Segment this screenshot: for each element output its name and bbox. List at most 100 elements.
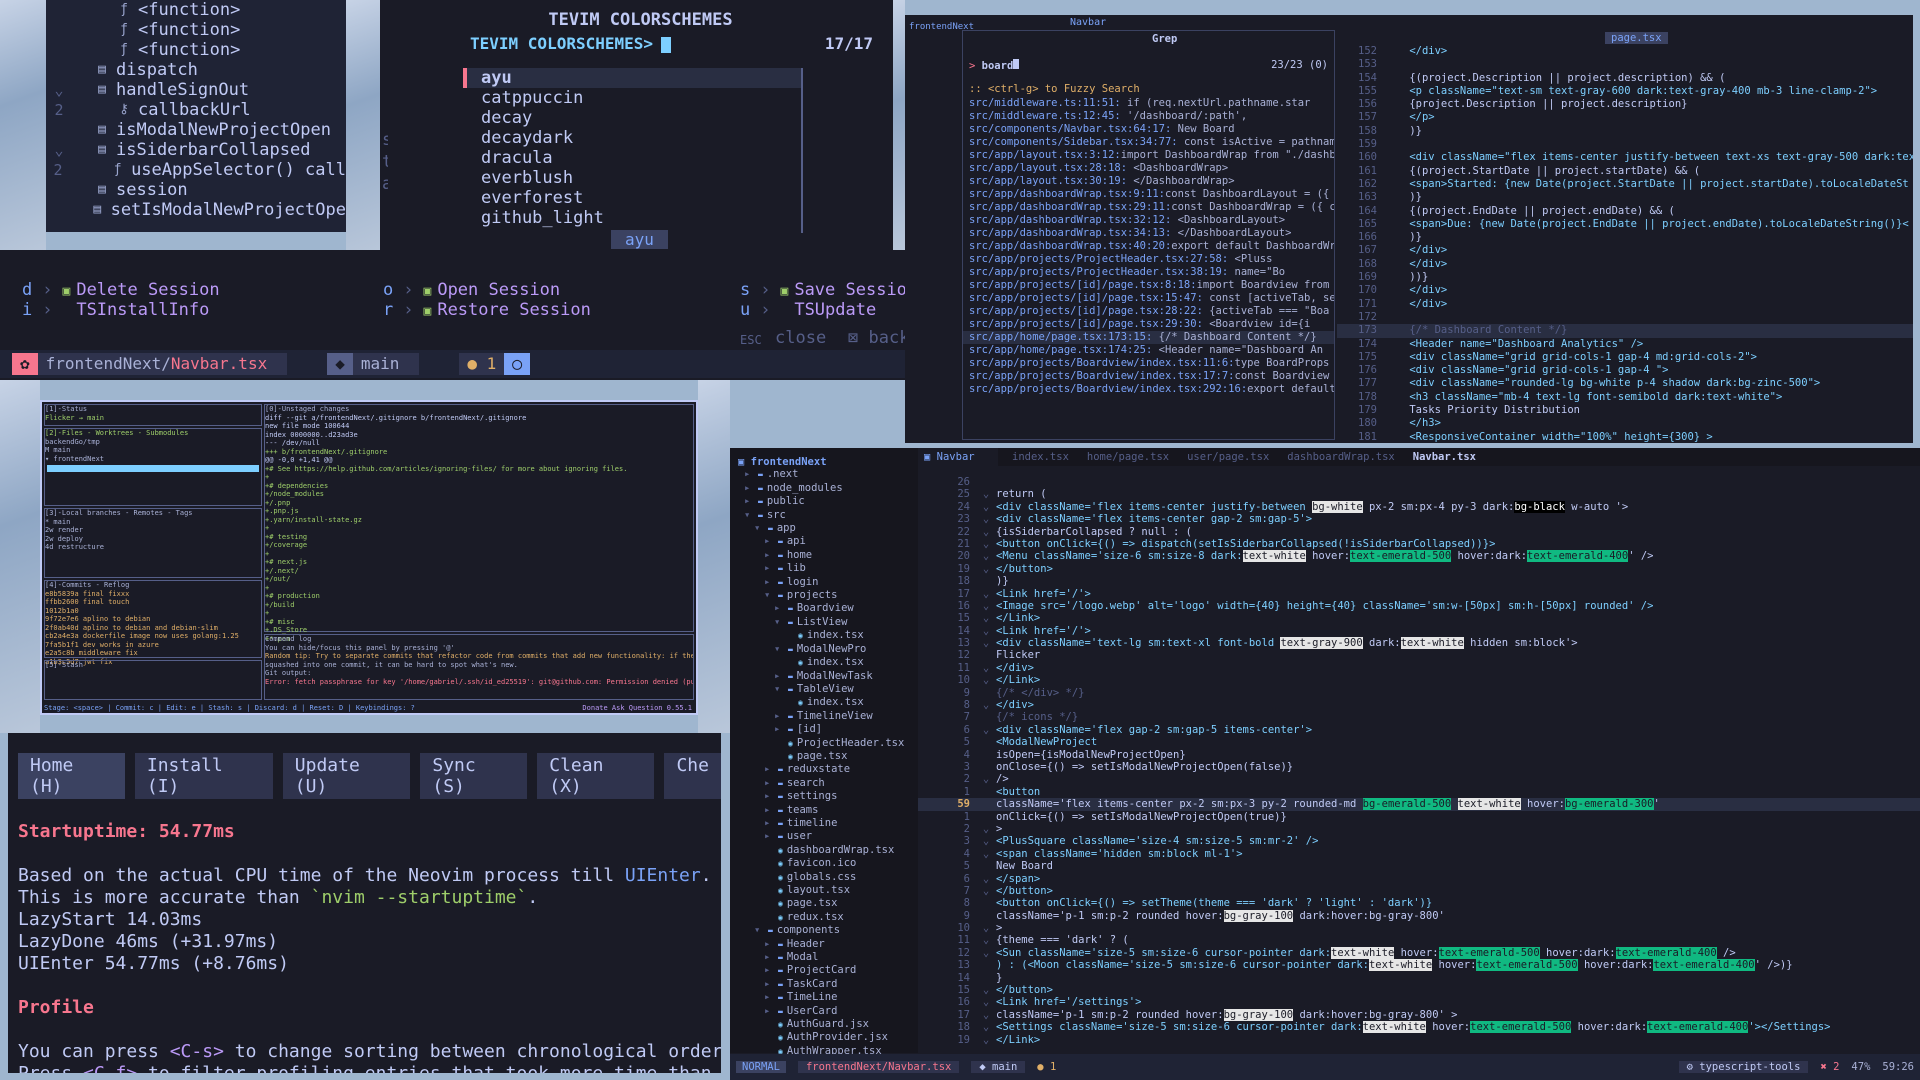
main-editor[interactable]: ▣ frontendNext ▸ ▬ .next ▸ ▬ node_modules ▸ ▬ pu… [730, 448, 1920, 1080]
tree-folder[interactable]: ▾ ▬ TableView [730, 683, 918, 696]
grep-result[interactable]: src/middleware.ts:11:51: if (req.nextUrl… [963, 97, 1334, 110]
tree-file[interactable]: ◉ page.tsx [730, 897, 918, 910]
colorscheme-item[interactable]: ayu [463, 68, 801, 88]
tree-folder[interactable]: ▾ ▬ ListView [730, 616, 918, 629]
lazy-tab[interactable]: Home (H) [18, 753, 125, 799]
session-item-open-session[interactable]: o › ▣ Open Session [383, 280, 560, 300]
tree-folder[interactable]: ▸ ▬ TimelineView [730, 710, 918, 723]
grep-result[interactable]: src/app/home/page.tsx:174:25: <Header na… [963, 344, 1334, 357]
symbol-row[interactable]: ƒ <function> [46, 20, 346, 40]
buffer-tabs[interactable]: index.tsx home/page.tsx user/page.tsx dashb… [998, 448, 1920, 466]
grep-result[interactable]: src/middleware.ts:12:45: '/dashboard/:pa… [963, 110, 1334, 123]
lazy-plugin-manager[interactable]: Home (H) Install (I) Update (U) Sync (S) Cle… [8, 733, 721, 1073]
colorscheme-item[interactable]: github_light [463, 208, 801, 228]
explorer-root[interactable]: ▣ frontendNext [730, 456, 918, 468]
tree-file[interactable]: ◉ globals.css [730, 871, 918, 884]
tree-folder[interactable]: ▸ ▬ search [730, 777, 918, 790]
lazy-tab[interactable]: Update (U) [282, 753, 411, 799]
lazygit-version[interactable]: Donate Ask Question 0.55.1 [582, 704, 692, 713]
grep-result[interactable]: src/app/projects/[id]/page.tsx:15:47: co… [963, 292, 1334, 305]
tree-file[interactable]: ◉ dashboardWrap.tsx [730, 844, 918, 857]
tree-folder[interactable]: ▸ ▬ node_modules [730, 482, 918, 495]
lazygit-files-panel[interactable]: [2]-Files - Worktrees - Submodules backe… [44, 428, 262, 506]
buffer-tab[interactable]: dashboardWrap.tsx [1287, 451, 1394, 463]
symbol-row[interactable]: ƒ <function> [46, 40, 346, 60]
tree-folder[interactable]: ▸ ▬ .next [730, 468, 918, 481]
symbol-row[interactable]: ▤ dispatch [46, 60, 346, 80]
code-view[interactable]: 26 25 ⌄ return (24 ⌄ <div className='flex it… [918, 476, 1920, 1051]
tree-folder[interactable]: ▸ ▬ Boardview [730, 602, 918, 615]
tree-folder[interactable]: ▾ ▬ projects [730, 589, 918, 602]
lazygit-window[interactable]: [1]-Status Flicker → main [2]-Files - Wo… [40, 400, 698, 715]
tree-folder[interactable]: ▾ ▬ ModalNewPro [730, 643, 918, 656]
grep-result[interactable]: src/app/dashboardWrap.tsx:29:11:const Da… [963, 201, 1334, 214]
tree-folder[interactable]: ▸ ▬ TaskCard [730, 978, 918, 991]
tree-folder[interactable]: ▸ ▬ lib [730, 562, 918, 575]
tree-file[interactable]: ◉ layout.tsx [730, 884, 918, 897]
symbol-row[interactable]: 2 ⚷ callbackUrl [46, 100, 346, 120]
tree-folder[interactable]: ▾ ▬ components [730, 924, 918, 937]
back-button[interactable]: ⊠ back [848, 328, 909, 348]
grep-result[interactable]: src/app/projects/ProjectHeader.tsx:27:58… [963, 253, 1334, 266]
tree-folder[interactable]: ▸ ▬ ModalNewTask [730, 670, 918, 683]
tree-file[interactable]: ◉ index.tsx [730, 696, 918, 709]
grep-result[interactable]: src/app/layout.tsx:30:19: </DashboardWra… [963, 175, 1334, 188]
colorscheme-list[interactable]: ayu catppuccin decay decaydark dracula everbl… [463, 68, 803, 233]
buffer-tab[interactable]: index.tsx [1012, 451, 1069, 463]
tree-folder[interactable]: ▸ ▬ teams [730, 804, 918, 817]
symbol-row[interactable]: ƒ <function> [46, 0, 346, 20]
colorscheme-item[interactable]: decay [463, 108, 801, 128]
tree-folder[interactable]: ▸ ▬ public [730, 495, 918, 508]
lazy-tab[interactable]: Che [664, 753, 721, 799]
grep-result[interactable]: src/app/projects/Boardview/index.tsx:17:… [963, 370, 1334, 383]
symbol-row[interactable]: ▤ session [46, 180, 346, 200]
tree-file[interactable]: ◉ AuthGuard.jsx [730, 1018, 918, 1031]
session-item-delete-session[interactable]: d › ▣ Delete Session [22, 280, 220, 300]
tree-folder[interactable]: ▸ ▬ api [730, 535, 918, 548]
tree-folder[interactable]: ▸ ▬ UserCard [730, 1005, 918, 1018]
grep-result[interactable]: src/app/projects/Boardview/index.tsx:11:… [963, 357, 1334, 370]
grep-result[interactable]: src/app/dashboardWrap.tsx:9:11:const Das… [963, 188, 1334, 201]
buffer-tab[interactable]: user/page.tsx [1187, 451, 1269, 463]
lazygit-branches-panel[interactable]: [3]-Local branches - Remotes - Tags * ma… [44, 508, 262, 578]
tree-folder[interactable]: ▸ ▬ home [730, 549, 918, 562]
session-item-restore-session[interactable]: r › ▣ Restore Session [383, 300, 591, 320]
lazygit-diff-panel[interactable]: [0]-Unstaged changes diff --git a/fronte… [264, 404, 694, 643]
grep-result[interactable]: src/app/projects/Boardview/index.tsx:292… [963, 383, 1334, 396]
grep-result[interactable]: src/app/home/page.tsx:173:15: {/* Dashbo… [963, 331, 1334, 344]
grep-result[interactable]: src/app/projects/ProjectHeader.tsx:38:19… [963, 266, 1334, 279]
tree-file[interactable]: ◉ ProjectHeader.tsx [730, 737, 918, 750]
grep-result[interactable]: src/app/projects/[id]/page.tsx:29:30: <B… [963, 318, 1334, 331]
symbol-row[interactable]: ▤ isModalNewProjectOpen [46, 120, 346, 140]
tree-file[interactable]: ◉ AuthProvider.jsx [730, 1031, 918, 1044]
grep-input[interactable]: > board 23/23 (0) [963, 59, 1334, 72]
tree-folder[interactable]: ▸ ▬ user [730, 830, 918, 843]
tree-folder[interactable]: ▸ ▬ reduxstate [730, 763, 918, 776]
tree-file[interactable]: ◉ index.tsx [730, 656, 918, 669]
grep-result[interactable]: src/app/dashboardWrap.tsx:32:12: <Dashbo… [963, 214, 1334, 227]
tree-folder[interactable]: ▸ ▬ timeline [730, 817, 918, 830]
colorscheme-item[interactable]: everforest [463, 188, 801, 208]
symbol-row[interactable]: ▤ setIsModalNewProjectOpe [46, 200, 346, 220]
tree-folder[interactable]: ▸ ▬ TimeLine [730, 991, 918, 1004]
file-explorer[interactable]: ▣ frontendNext ▸ ▬ .next ▸ ▬ node_modules ▸ ▬ pu… [730, 448, 918, 1080]
tree-folder[interactable]: ▸ ▬ settings [730, 790, 918, 803]
grep-result[interactable]: src/app/layout.tsx:28:18: <DashboardWrap… [963, 162, 1334, 175]
symbol-row[interactable]: ⌄ ▤ handleSignOut [46, 80, 346, 100]
lazygit-status-panel[interactable]: [1]-Status Flicker → main [44, 404, 262, 426]
session-item-tsupdate[interactable]: u›▣TSUpdate [740, 300, 876, 320]
lazygit-commits-panel[interactable]: [4]-Commits - Reflog e8b5839a final fixx… [44, 580, 262, 666]
colorscheme-item[interactable]: everblush [463, 168, 801, 188]
symbol-row[interactable]: 2 ƒ useAppSelector() call [46, 160, 346, 180]
grep-result[interactable]: src/app/projects/[id]/page.tsx:28:22: {a… [963, 305, 1334, 318]
tree-file[interactable]: ◉ page.tsx [730, 750, 918, 763]
lazygit-stash-panel[interactable]: [5]-Stash [44, 660, 262, 700]
grep-result[interactable]: src/app/projects/[id]/page.tsx:8:18:impo… [963, 279, 1334, 292]
tree-file[interactable]: ◉ index.tsx [730, 629, 918, 642]
grep-result[interactable]: src/components/Sidebar.tsx:34:77: const … [963, 136, 1334, 149]
grep-result[interactable]: src/app/dashboardWrap.tsx:40:20:export d… [963, 240, 1334, 253]
tree-file[interactable]: ◉ favicon.ico [730, 857, 918, 870]
colorscheme-item[interactable]: decaydark [463, 128, 801, 148]
lazy-tab[interactable]: Install (I) [134, 753, 273, 799]
colorscheme-item[interactable]: dracula [463, 148, 801, 168]
